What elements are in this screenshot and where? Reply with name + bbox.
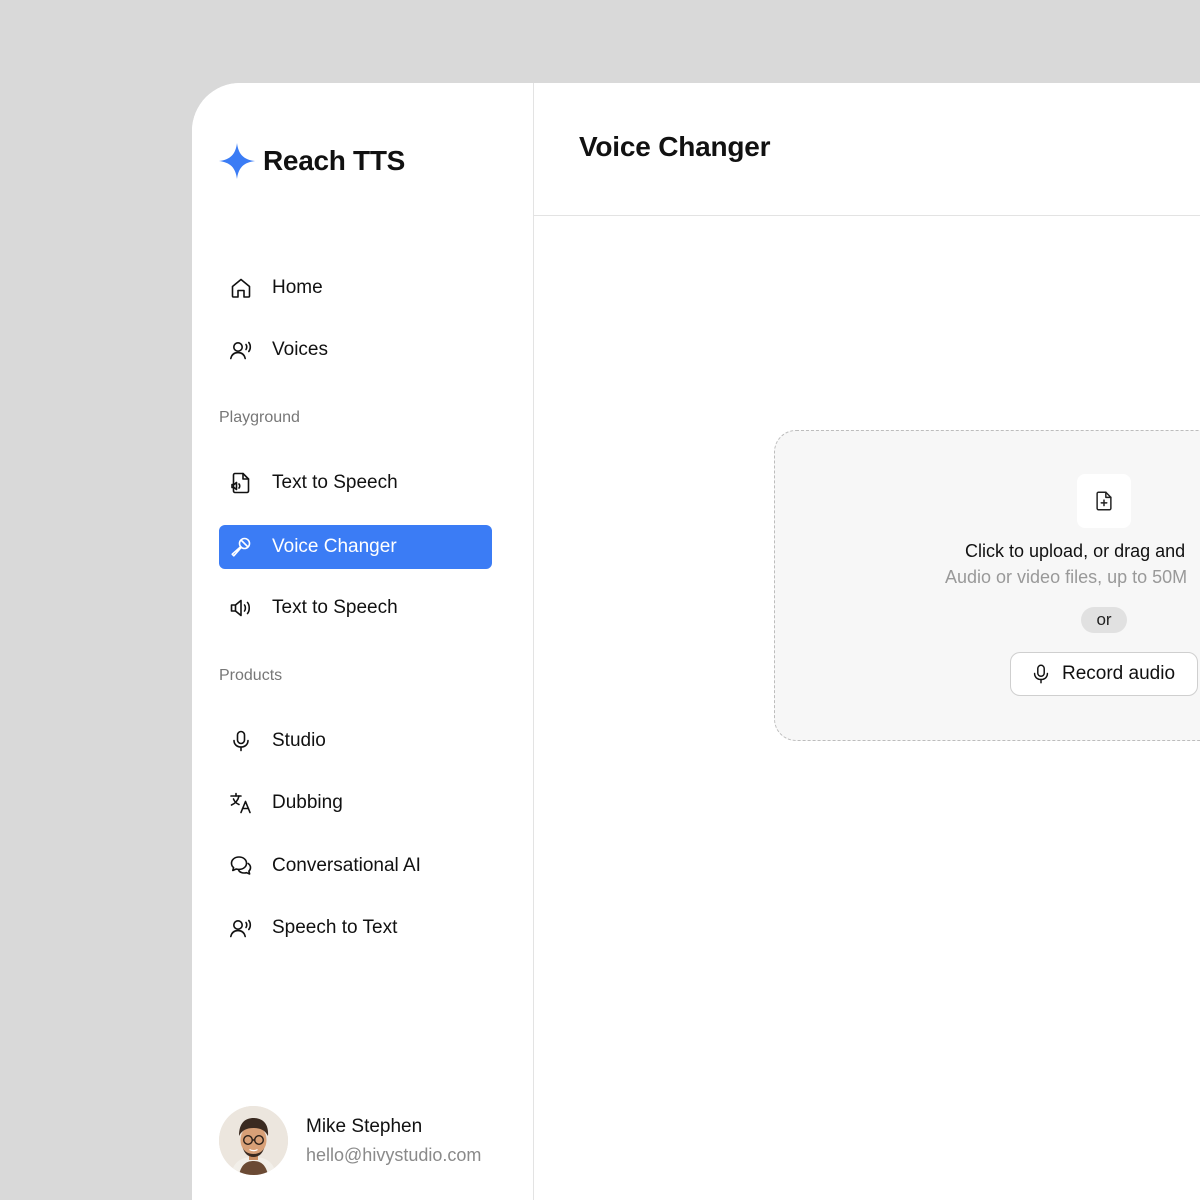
sidebar-item-text-to-speech-2[interactable]: Text to Speech [219, 586, 492, 630]
sidebar-item-speech-to-text[interactable]: Speech to Text [219, 906, 492, 950]
upload-subtitle: Audio or video files, up to 50M [945, 567, 1188, 587]
translate-icon [228, 790, 254, 816]
avatar[interactable] [219, 1106, 288, 1175]
sidebar-item-label: Dubbing [272, 792, 343, 813]
section-label-products: Products [219, 667, 283, 684]
voice-user-icon [228, 337, 254, 363]
sidebar-item-studio[interactable]: Studio [219, 719, 492, 763]
user-info: Mike Stephen hello@hivystudio.com [306, 1116, 481, 1166]
logo[interactable]: Reach TTS [218, 141, 405, 181]
sidebar-item-voices[interactable]: Voices [219, 328, 492, 372]
sidebar-item-label: Voice Changer [272, 536, 397, 557]
sidebar-item-label: Studio [272, 730, 326, 751]
chat-bubbles-icon [228, 853, 254, 879]
record-audio-label: Record audio [1062, 663, 1176, 684]
main-content: Voice Changer Click to upload, or drag a… [534, 83, 1200, 1200]
page-header: Voice Changer [534, 83, 1200, 216]
user-profile[interactable]: Mike Stephen hello@hivystudio.com [219, 1106, 481, 1175]
microphone-icon [1033, 664, 1049, 684]
speaker-icon [228, 595, 254, 621]
section-label-playground: Playground [219, 409, 300, 426]
audio-file-icon [228, 470, 254, 496]
user-name: Mike Stephen [306, 1115, 423, 1137]
upload-title: Click to upload, or drag and [965, 541, 1186, 561]
sidebar-item-label: Text to Speech [272, 472, 398, 493]
sidebar: Reach TTS Home Voices Playground Text to… [192, 83, 534, 1200]
sidebar-item-label: Home [272, 277, 323, 298]
sidebar-item-home[interactable]: Home [219, 266, 492, 310]
sidebar-item-label: Conversational AI [272, 855, 421, 876]
upload-file-button[interactable] [1077, 474, 1131, 528]
microphone-icon [228, 728, 254, 754]
app-name: Reach TTS [263, 145, 406, 176]
sidebar-item-text-to-speech[interactable]: Text to Speech [219, 461, 492, 505]
sidebar-item-conversational-ai[interactable]: Conversational AI [219, 844, 492, 888]
app-window: Reach TTS Home Voices Playground Text to… [192, 83, 1200, 1200]
upload-dropzone[interactable]: Click to upload, or drag and Audio or vi… [774, 430, 1200, 741]
page-title: Voice Changer [579, 131, 771, 162]
sidebar-item-label: Text to Speech [272, 597, 398, 618]
sidebar-item-voice-changer[interactable]: Voice Changer [219, 525, 492, 569]
home-icon [228, 275, 254, 301]
sparkle-logo-icon [218, 142, 256, 180]
microphone-wand-icon [228, 534, 254, 560]
sidebar-item-dubbing[interactable]: Dubbing [219, 781, 492, 825]
sidebar-item-label: Voices [272, 339, 328, 360]
user-email: hello@hivystudio.com [306, 1144, 482, 1165]
file-plus-icon [1096, 491, 1112, 511]
voice-user-icon [228, 915, 254, 941]
or-divider: or [1081, 607, 1127, 633]
record-audio-button[interactable]: Record audio [1010, 652, 1198, 696]
sidebar-item-label: Speech to Text [272, 917, 398, 938]
